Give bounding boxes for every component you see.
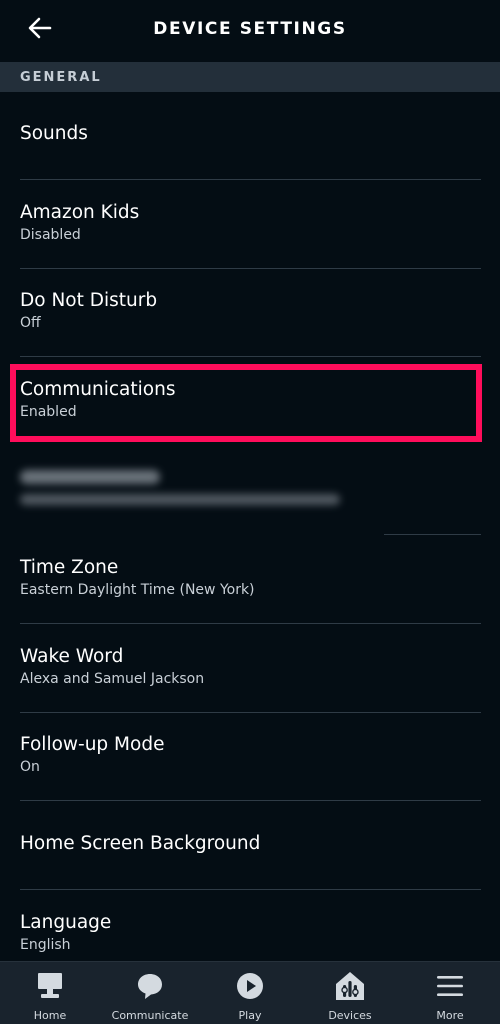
settings-item-sounds[interactable]: Sounds	[0, 122, 500, 146]
settings-item-language[interactable]: Language English	[0, 911, 500, 954]
settings-item-communications[interactable]: Communications Enabled	[0, 378, 500, 421]
nav-home[interactable]: Home	[0, 962, 100, 1024]
item-subtitle: Alexa and Samuel Jackson	[20, 671, 205, 687]
back-button[interactable]	[26, 14, 54, 42]
nav-devices[interactable]: Devices	[300, 962, 400, 1024]
settings-item-wake-word[interactable]: Wake Word Alexa and Samuel Jackson	[0, 645, 500, 688]
nav-label: Play	[238, 1009, 262, 1022]
nav-label: Communicate	[111, 1009, 189, 1022]
divider	[20, 712, 481, 713]
item-subtitle: Off	[20, 315, 41, 331]
item-title: Follow-up Mode	[20, 734, 165, 755]
item-title: Wake Word	[20, 646, 124, 667]
item-subtitle: Eastern Daylight Time (New York)	[20, 582, 255, 598]
blurred-device-location	[20, 470, 350, 514]
settings-item-do-not-disturb[interactable]: Do Not Disturb Off	[0, 289, 500, 332]
section-label: GENERAL	[20, 69, 102, 85]
nav-label: More	[436, 1009, 464, 1022]
back-arrow-icon	[28, 17, 52, 39]
divider	[20, 179, 481, 180]
item-title: Communications	[20, 379, 176, 400]
home-icon	[38, 973, 62, 998]
item-title: Sounds	[20, 123, 88, 144]
settings-item-amazon-kids[interactable]: Amazon Kids Disabled	[0, 201, 500, 244]
item-title: Time Zone	[20, 557, 119, 578]
item-title: Language	[20, 912, 112, 933]
page-title: DEVICE SETTINGS	[153, 19, 347, 39]
divider	[20, 623, 481, 624]
menu-icon	[437, 976, 463, 996]
divider	[384, 534, 481, 535]
settings-item-time-zone[interactable]: Time Zone Eastern Daylight Time (New Yor…	[0, 556, 500, 599]
play-icon	[237, 973, 263, 999]
item-subtitle: On	[20, 759, 40, 775]
item-subtitle: Disabled	[20, 227, 81, 243]
divider	[20, 356, 481, 357]
nav-label: Home	[33, 1009, 67, 1022]
item-title: Home Screen Background	[20, 833, 261, 854]
devices-icon	[336, 972, 364, 1000]
divider	[20, 800, 481, 801]
nav-label: Devices	[328, 1009, 372, 1022]
settings-item-follow-up-mode[interactable]: Follow-up Mode On	[0, 733, 500, 776]
settings-item-home-screen-background[interactable]: Home Screen Background	[0, 832, 500, 856]
divider	[20, 889, 481, 890]
item-title: Do Not Disturb	[20, 290, 158, 311]
nav-communicate[interactable]: Communicate	[100, 962, 200, 1024]
nav-more[interactable]: More	[400, 962, 500, 1024]
divider	[20, 268, 481, 269]
header: DEVICE SETTINGS	[0, 0, 500, 58]
nav-play[interactable]: Play	[200, 962, 300, 1024]
bottom-nav: Home Communicate Play Devices More	[0, 961, 500, 1024]
section-header-general: GENERAL	[0, 62, 500, 92]
chat-bubble-icon	[138, 974, 162, 999]
item-subtitle: Enabled	[20, 404, 77, 420]
item-title: Amazon Kids	[20, 202, 140, 223]
item-subtitle: English	[20, 937, 71, 953]
